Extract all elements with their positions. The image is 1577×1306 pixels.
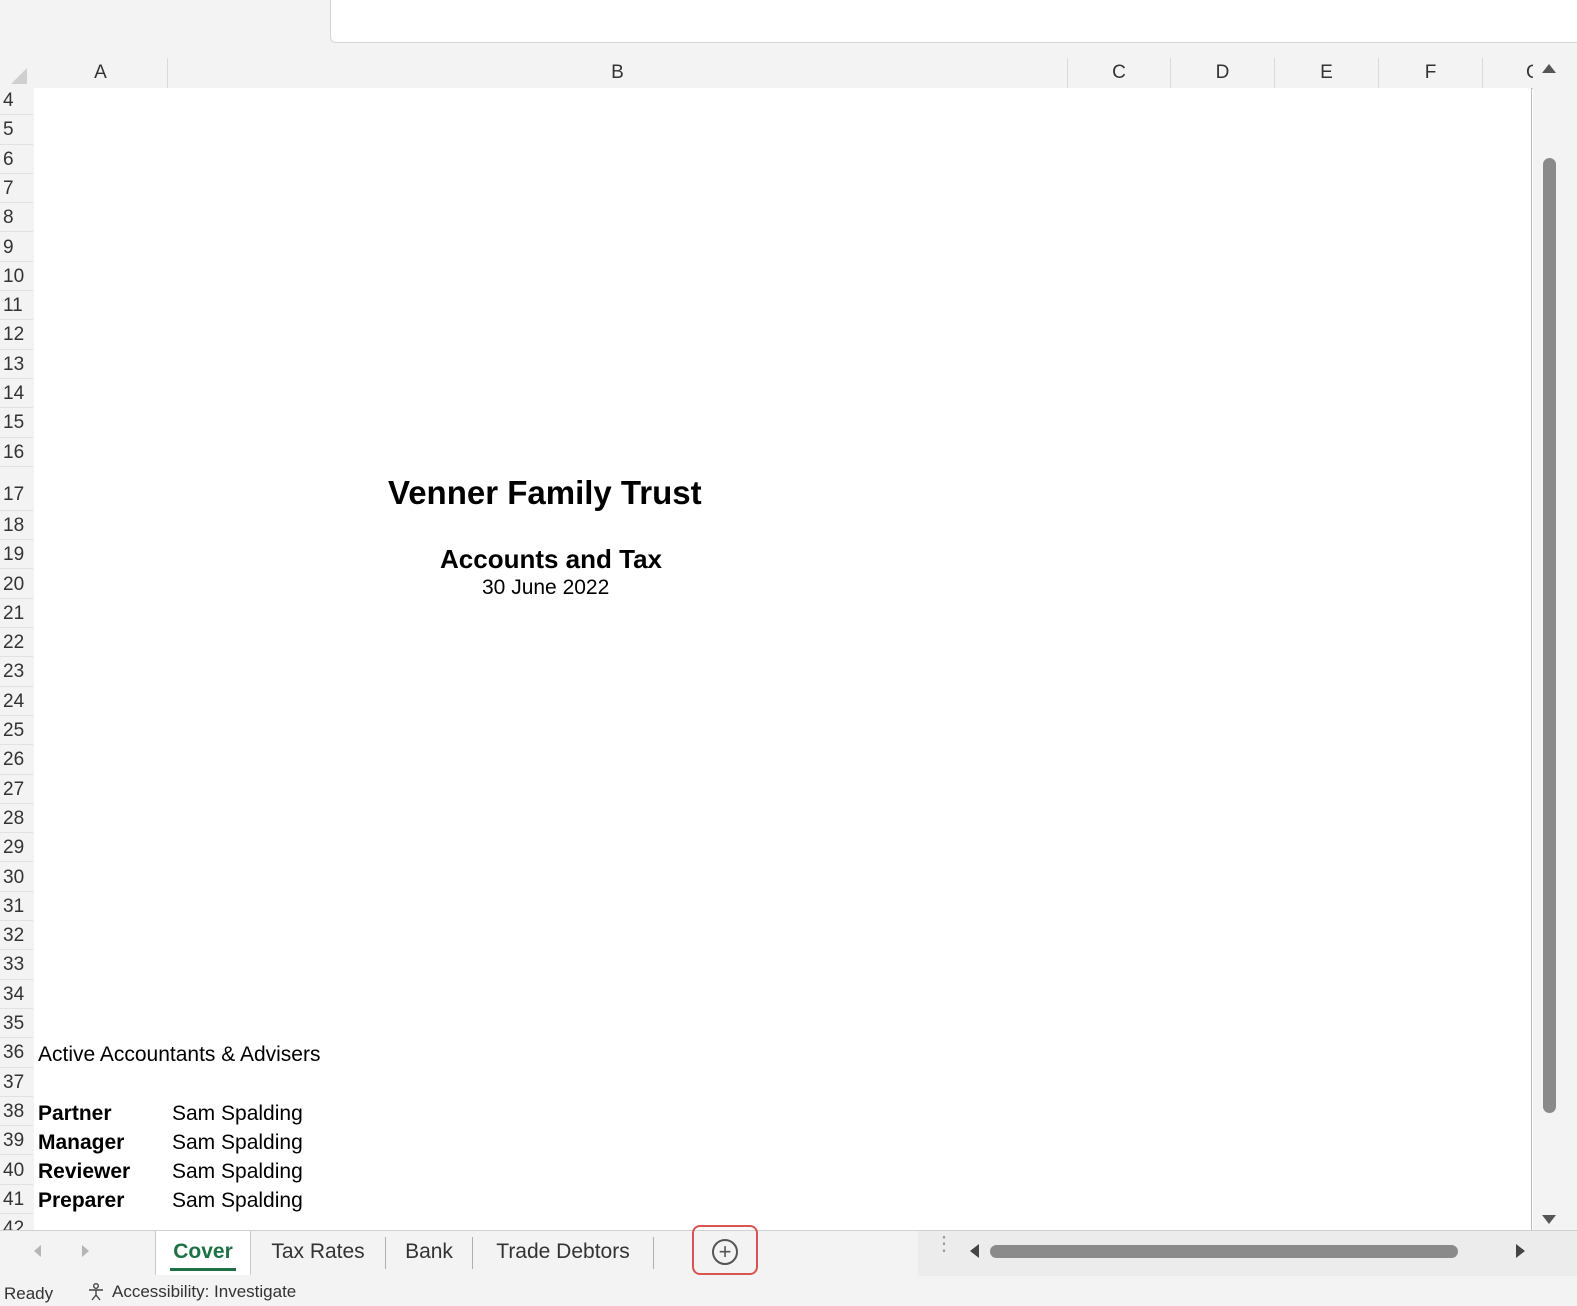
cover-subtitle: Accounts and Tax (440, 544, 663, 574)
select-all-button[interactable] (0, 58, 33, 88)
vertical-scrollbar[interactable] (1533, 58, 1577, 1230)
scroll-right-icon[interactable] (1516, 1244, 1525, 1258)
cover-title: Venner Family Trust (388, 474, 702, 511)
row-header[interactable]: 10 (0, 262, 33, 292)
add-sheet-icon: + (712, 1239, 738, 1265)
row-header[interactable]: 32 (0, 921, 33, 951)
role-name-preparer: Sam Spalding (172, 1189, 303, 1212)
row-header[interactable]: 28 (0, 804, 33, 834)
role-name-reviewer: Sam Spalding (172, 1160, 303, 1183)
row-header[interactable]: 11 (0, 291, 33, 321)
accessibility-status[interactable]: Accessibility: Investigate (86, 1282, 296, 1302)
status-bar: Ready Accessibility: Investigate (0, 1276, 1577, 1306)
row-header[interactable]: 41 (0, 1185, 33, 1215)
worksheet-grid[interactable]: Venner Family Trust Accounts and Tax 30 … (34, 88, 1532, 1230)
tab-cover-label: Cover (173, 1240, 233, 1263)
scroll-up-icon[interactable] (1542, 64, 1556, 73)
row-header[interactable]: 4 (0, 88, 33, 116)
row-header[interactable]: 21 (0, 599, 33, 629)
column-header-f[interactable]: F (1379, 58, 1483, 88)
vertical-scroll-thumb[interactable] (1543, 158, 1556, 1113)
scroll-left-icon[interactable] (970, 1244, 979, 1258)
horizontal-scroll-thumb[interactable] (990, 1245, 1458, 1258)
row-header[interactable]: 38 (0, 1097, 33, 1127)
row-header[interactable]: 25 (0, 716, 33, 746)
row-header[interactable]: 16 (0, 438, 33, 467)
row-header[interactable]: 9 (0, 233, 33, 262)
column-header-a[interactable]: A (34, 58, 168, 88)
column-header-e[interactable]: E (1275, 58, 1379, 88)
row-header[interactable]: 37 (0, 1068, 33, 1097)
column-header-d[interactable]: D (1171, 58, 1275, 88)
role-label-manager: Manager (38, 1131, 125, 1154)
row-header[interactable]: 29 (0, 833, 33, 863)
row-header[interactable]: 33 (0, 950, 33, 980)
previous-sheet-icon[interactable] (34, 1245, 41, 1257)
row-header[interactable]: 6 (0, 145, 33, 174)
row-header[interactable]: 22 (0, 628, 33, 658)
row-header[interactable]: 17 (0, 467, 33, 511)
row-header[interactable]: 7 (0, 174, 33, 204)
tab-splitter-icon[interactable]: ⋮ (934, 1234, 954, 1254)
tab-cover[interactable]: Cover (155, 1231, 251, 1275)
row-header[interactable]: 23 (0, 657, 33, 687)
next-sheet-icon[interactable] (82, 1245, 89, 1257)
tab-bank[interactable]: Bank (386, 1231, 472, 1275)
row-header[interactable]: 5 (0, 115, 33, 145)
row-header[interactable]: 18 (0, 511, 33, 541)
row-header[interactable]: 39 (0, 1126, 33, 1156)
row-header[interactable]: 35 (0, 1009, 33, 1039)
row-header[interactable]: 42 (0, 1214, 33, 1230)
row-header[interactable]: 24 (0, 687, 33, 716)
row-header[interactable]: 31 (0, 892, 33, 922)
role-label-partner: Partner (38, 1102, 112, 1125)
tab-tax-rates[interactable]: Tax Rates (251, 1231, 385, 1275)
horizontal-scrollbar[interactable]: ⋮ (918, 1231, 1577, 1277)
column-headers: A B C D E F G (0, 58, 1541, 89)
accessibility-label: Accessibility: Investigate (112, 1282, 297, 1301)
row-header[interactable]: 36 (0, 1038, 33, 1068)
firm-name: Active Accountants & Advisers (38, 1043, 321, 1066)
tab-bank-label: Bank (405, 1240, 453, 1263)
row-header[interactable]: 15 (0, 408, 33, 438)
role-name-manager: Sam Spalding (172, 1131, 303, 1154)
row-header[interactable]: 26 (0, 745, 33, 775)
tab-trade-debtors[interactable]: Trade Debtors (473, 1231, 653, 1275)
row-header[interactable]: 13 (0, 350, 33, 379)
row-header[interactable]: 8 (0, 203, 33, 233)
row-header[interactable]: 12 (0, 320, 33, 350)
row-headers: 4 5 6 7 8 9 10 11 12 13 14 15 16 17 18 19 20 21 22 23 24 25 26… (0, 88, 35, 1230)
row-header[interactable]: 40 (0, 1156, 33, 1185)
row-header[interactable]: 27 (0, 775, 33, 804)
role-name-partner: Sam Spalding (172, 1102, 303, 1125)
cover-date: 30 June 2022 (482, 576, 610, 599)
tab-tax-rates-label: Tax Rates (271, 1240, 365, 1263)
column-header-b[interactable]: B (168, 58, 1068, 88)
add-sheet-button[interactable]: + (692, 1225, 758, 1275)
accessibility-icon (89, 1283, 103, 1301)
scroll-down-icon[interactable] (1542, 1215, 1556, 1224)
row-header[interactable]: 20 (0, 570, 33, 599)
role-label-reviewer: Reviewer (38, 1160, 131, 1183)
row-header[interactable]: 19 (0, 540, 33, 570)
row-header[interactable]: 30 (0, 863, 33, 892)
tab-trade-debtors-label: Trade Debtors (496, 1240, 630, 1263)
row-header[interactable]: 14 (0, 379, 33, 409)
ribbon-area (0, 0, 1577, 58)
row-header[interactable]: 34 (0, 980, 33, 1009)
status-ready: Ready (4, 1284, 54, 1303)
sheet-tab-bar: Cover Tax Rates Bank Trade Debtors + ⋮ (0, 1225, 1577, 1277)
formula-bar[interactable] (330, 0, 1577, 43)
role-label-preparer: Preparer (38, 1189, 125, 1212)
column-header-c[interactable]: C (1068, 58, 1171, 88)
